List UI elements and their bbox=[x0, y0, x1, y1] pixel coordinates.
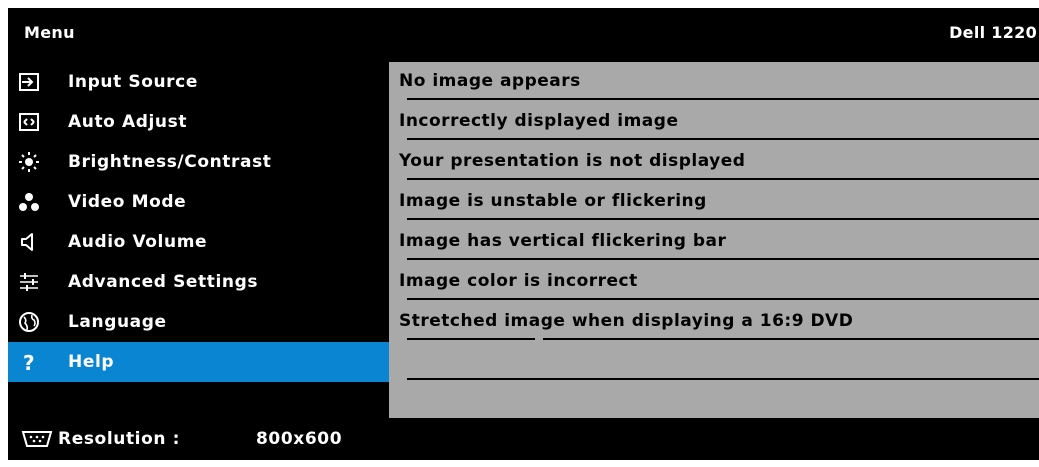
video-mode-icon bbox=[18, 191, 40, 213]
help-item-incorrect-image[interactable]: Incorrectly displayed image bbox=[389, 102, 1039, 142]
sliders-icon bbox=[18, 271, 40, 293]
help-panel: No image appears Incorrectly displayed i… bbox=[389, 62, 1039, 418]
divider bbox=[407, 258, 1039, 260]
help-item-label: Stretched image when displaying a 16:9 D… bbox=[399, 311, 854, 331]
divider bbox=[407, 338, 535, 340]
menu-item-label: Advanced Settings bbox=[68, 272, 259, 292]
help-item-vertical-bar[interactable]: Image has vertical flickering bar bbox=[389, 222, 1039, 262]
main-menu: Input Source Auto Adjust Brightness/Cont… bbox=[8, 62, 389, 418]
vga-connector-icon bbox=[20, 429, 54, 449]
help-item-label: No image appears bbox=[399, 71, 581, 91]
brightness-icon bbox=[18, 151, 40, 173]
title-bar: Menu Dell 1220 bbox=[8, 8, 1039, 58]
menu-item-audio-volume[interactable]: Audio Volume bbox=[8, 222, 389, 262]
help-item-label: Your presentation is not displayed bbox=[399, 151, 746, 171]
menu-item-label: Input Source bbox=[68, 72, 198, 92]
divider bbox=[543, 338, 1039, 340]
help-item-stretched[interactable]: Stretched image when displaying a 16:9 D… bbox=[389, 302, 1039, 342]
divider bbox=[407, 298, 1039, 300]
menu-item-label: Audio Volume bbox=[68, 232, 208, 252]
menu-item-label: Brightness/Contrast bbox=[68, 152, 272, 172]
question-icon: ? bbox=[18, 351, 40, 373]
resolution-label: Resolution : bbox=[58, 429, 180, 449]
menu-item-language[interactable]: Language bbox=[8, 302, 389, 342]
divider bbox=[407, 178, 1039, 180]
menu-item-label: Help bbox=[68, 352, 115, 372]
menu-item-advanced-settings[interactable]: Advanced Settings bbox=[8, 262, 389, 302]
menu-item-video-mode[interactable]: Video Mode bbox=[8, 182, 389, 222]
help-item-label: Incorrectly displayed image bbox=[399, 111, 679, 131]
projector-osd: Menu Dell 1220 Input Source Auto Adjust … bbox=[8, 8, 1039, 460]
menu-item-input-source[interactable]: Input Source bbox=[8, 62, 389, 102]
menu-item-label: Video Mode bbox=[68, 192, 187, 212]
help-item-label: Image has vertical flickering bar bbox=[399, 231, 727, 251]
menu-item-label: Auto Adjust bbox=[68, 112, 188, 132]
help-item-presentation[interactable]: Your presentation is not displayed bbox=[389, 142, 1039, 182]
menu-item-label: Language bbox=[68, 312, 167, 332]
divider bbox=[407, 378, 1039, 380]
auto-adjust-icon bbox=[18, 111, 40, 133]
input-source-icon bbox=[18, 71, 40, 93]
status-bar: Resolution : 800x600 bbox=[8, 418, 1039, 460]
svg-text:?: ? bbox=[23, 351, 35, 373]
globe-icon bbox=[18, 311, 40, 333]
menu-title: Menu bbox=[24, 23, 75, 42]
menu-item-help[interactable]: ? Help bbox=[8, 342, 389, 382]
device-name: Dell 1220 bbox=[949, 23, 1037, 42]
menu-item-auto-adjust[interactable]: Auto Adjust bbox=[8, 102, 389, 142]
help-item-label: Image color is incorrect bbox=[399, 271, 638, 291]
divider bbox=[407, 138, 1039, 140]
speaker-icon bbox=[18, 231, 40, 253]
help-item-no-image[interactable]: No image appears bbox=[389, 62, 1039, 102]
divider bbox=[407, 98, 1039, 100]
divider bbox=[407, 218, 1039, 220]
help-item-unstable[interactable]: Image is unstable or flickering bbox=[389, 182, 1039, 222]
help-item-empty bbox=[389, 342, 1039, 382]
help-item-label: Image is unstable or flickering bbox=[399, 191, 707, 211]
resolution-value: 800x600 bbox=[256, 429, 343, 449]
menu-item-brightness-contrast[interactable]: Brightness/Contrast bbox=[8, 142, 389, 182]
help-item-color[interactable]: Image color is incorrect bbox=[389, 262, 1039, 302]
